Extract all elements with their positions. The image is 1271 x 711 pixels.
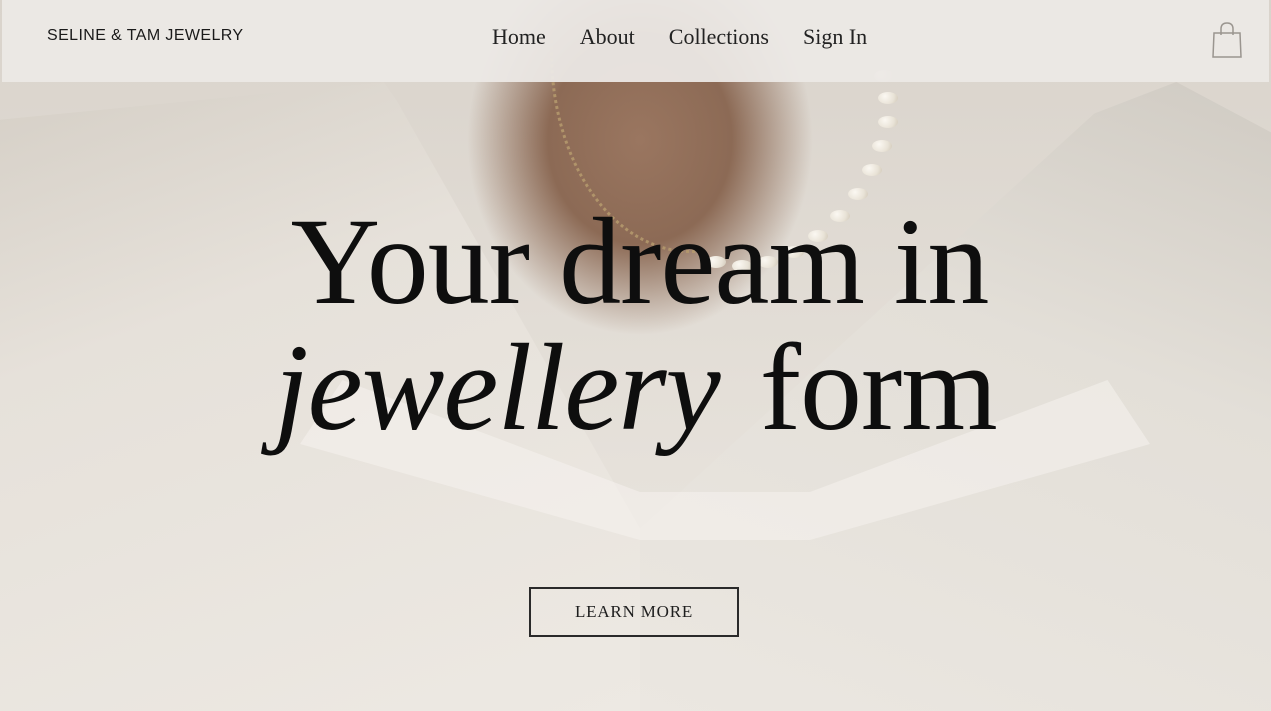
pearl (872, 140, 892, 152)
nav-collections[interactable]: Collections (669, 24, 769, 50)
cart-button[interactable] (1211, 21, 1243, 59)
pearl (878, 116, 898, 128)
learn-more-button[interactable]: LEARN MORE (529, 587, 739, 637)
headline-line-2: jewellery form (0, 326, 1271, 450)
hero-headline: Your dream in jewellery form (0, 200, 1271, 450)
shopping-bag-icon (1212, 22, 1242, 58)
nav-sign-in[interactable]: Sign In (803, 24, 867, 50)
headline-italic-word: jewellery (274, 319, 720, 456)
page: SELINE & TAM JEWELRY Home About Collecti… (0, 0, 1271, 711)
pearl (862, 164, 882, 176)
main-nav: Home About Collections Sign In (492, 24, 867, 50)
headline-line-1: Your dream in (290, 193, 990, 330)
headline-last-word: form (759, 319, 998, 456)
nav-about[interactable]: About (580, 24, 635, 50)
brand-logo[interactable]: SELINE & TAM JEWELRY (47, 27, 244, 45)
pearl (878, 92, 898, 104)
site-header: SELINE & TAM JEWELRY Home About Collecti… (2, 0, 1269, 82)
nav-home[interactable]: Home (492, 24, 546, 50)
